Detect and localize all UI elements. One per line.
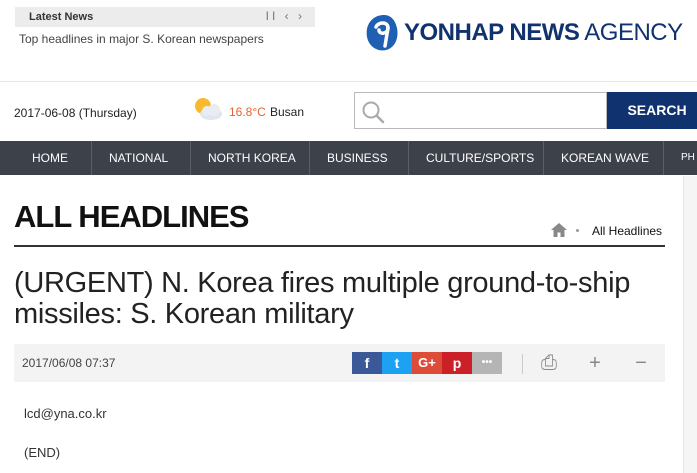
article-timestamp: 2017/06/08 07:37 [22,356,116,370]
page-scrollbar[interactable] [683,176,697,473]
weather-city: Busan [270,105,305,119]
current-date: 2017-06-08 (Thursday) [14,106,137,120]
page-title: ALL HEADLINES [14,199,249,234]
nav-item-business[interactable]: BUSINESS [327,141,388,175]
temperature: 16.8°C [229,105,266,119]
nav-separator [408,141,409,175]
search-icon [362,101,385,124]
nav-separator [543,141,544,175]
print-icon[interactable]: ⎙ [538,352,560,374]
pause-icon[interactable]: II [266,9,279,23]
next-arrow-icon[interactable]: › [298,9,305,23]
logo-text-light: AGENCY [579,19,683,46]
share-more-button[interactable]: ••• [472,352,502,374]
toolbar-separator [522,354,523,374]
author-email[interactable]: lcd@yna.co.kr [24,406,107,421]
share-pinterest-button[interactable]: p [442,352,472,374]
article-toolbar: 2017/06/08 07:37 f t G+ p ••• ⎙ + − [14,344,665,382]
nav-item-north-korea[interactable]: NORTH KOREA [208,141,296,175]
breadcrumb-separator [576,229,579,232]
breadcrumb-current[interactable]: All Headlines [592,224,662,238]
ticker-controls[interactable]: II ‹ › [266,9,305,23]
search-box[interactable] [354,92,607,129]
header-divider [0,81,697,82]
search-input[interactable] [395,99,604,125]
nav-item-korean-wave[interactable]: KOREAN WAVE [561,141,649,175]
nav-separator [91,141,92,175]
title-rule [14,245,665,247]
article-headline: (URGENT) N. Korea fires multiple ground-… [14,267,631,330]
latest-news-label: Latest News [29,11,94,23]
partly-sunny-icon [195,98,222,120]
nav-item-culture-sports[interactable]: CULTURE/SPORTS [426,141,534,175]
latest-news-ticker: Latest News II ‹ › [15,7,315,27]
logo-text-bold: YONHAP NEWS [404,19,580,46]
site-logo[interactable]: YONHAP NEWS AGENCY [364,13,694,55]
share-facebook-button[interactable]: f [352,352,382,374]
nav-item-photo[interactable]: PH [681,141,695,175]
nav-separator [190,141,191,175]
nav-item-home[interactable]: HOME [32,141,68,175]
share-googleplus-button[interactable]: G+ [412,352,442,374]
search-button[interactable]: SEARCH [607,92,697,129]
nav-separator [309,141,310,175]
main-nav: HOME NATIONAL NORTH KOREA BUSINESS CULTU… [0,141,697,175]
logo-mark-icon [366,15,398,51]
nav-separator [663,141,664,175]
nav-item-national[interactable]: NATIONAL [109,141,168,175]
article-end-marker: (END) [24,445,61,460]
ticker-headline-link[interactable]: Top headlines in major S. Korean newspap… [19,32,264,46]
plus-icon[interactable]: + [584,352,606,374]
home-icon[interactable] [551,223,567,237]
prev-arrow-icon[interactable]: ‹ [285,9,292,23]
share-twitter-button[interactable]: t [382,352,412,374]
minus-icon[interactable]: − [630,352,652,374]
